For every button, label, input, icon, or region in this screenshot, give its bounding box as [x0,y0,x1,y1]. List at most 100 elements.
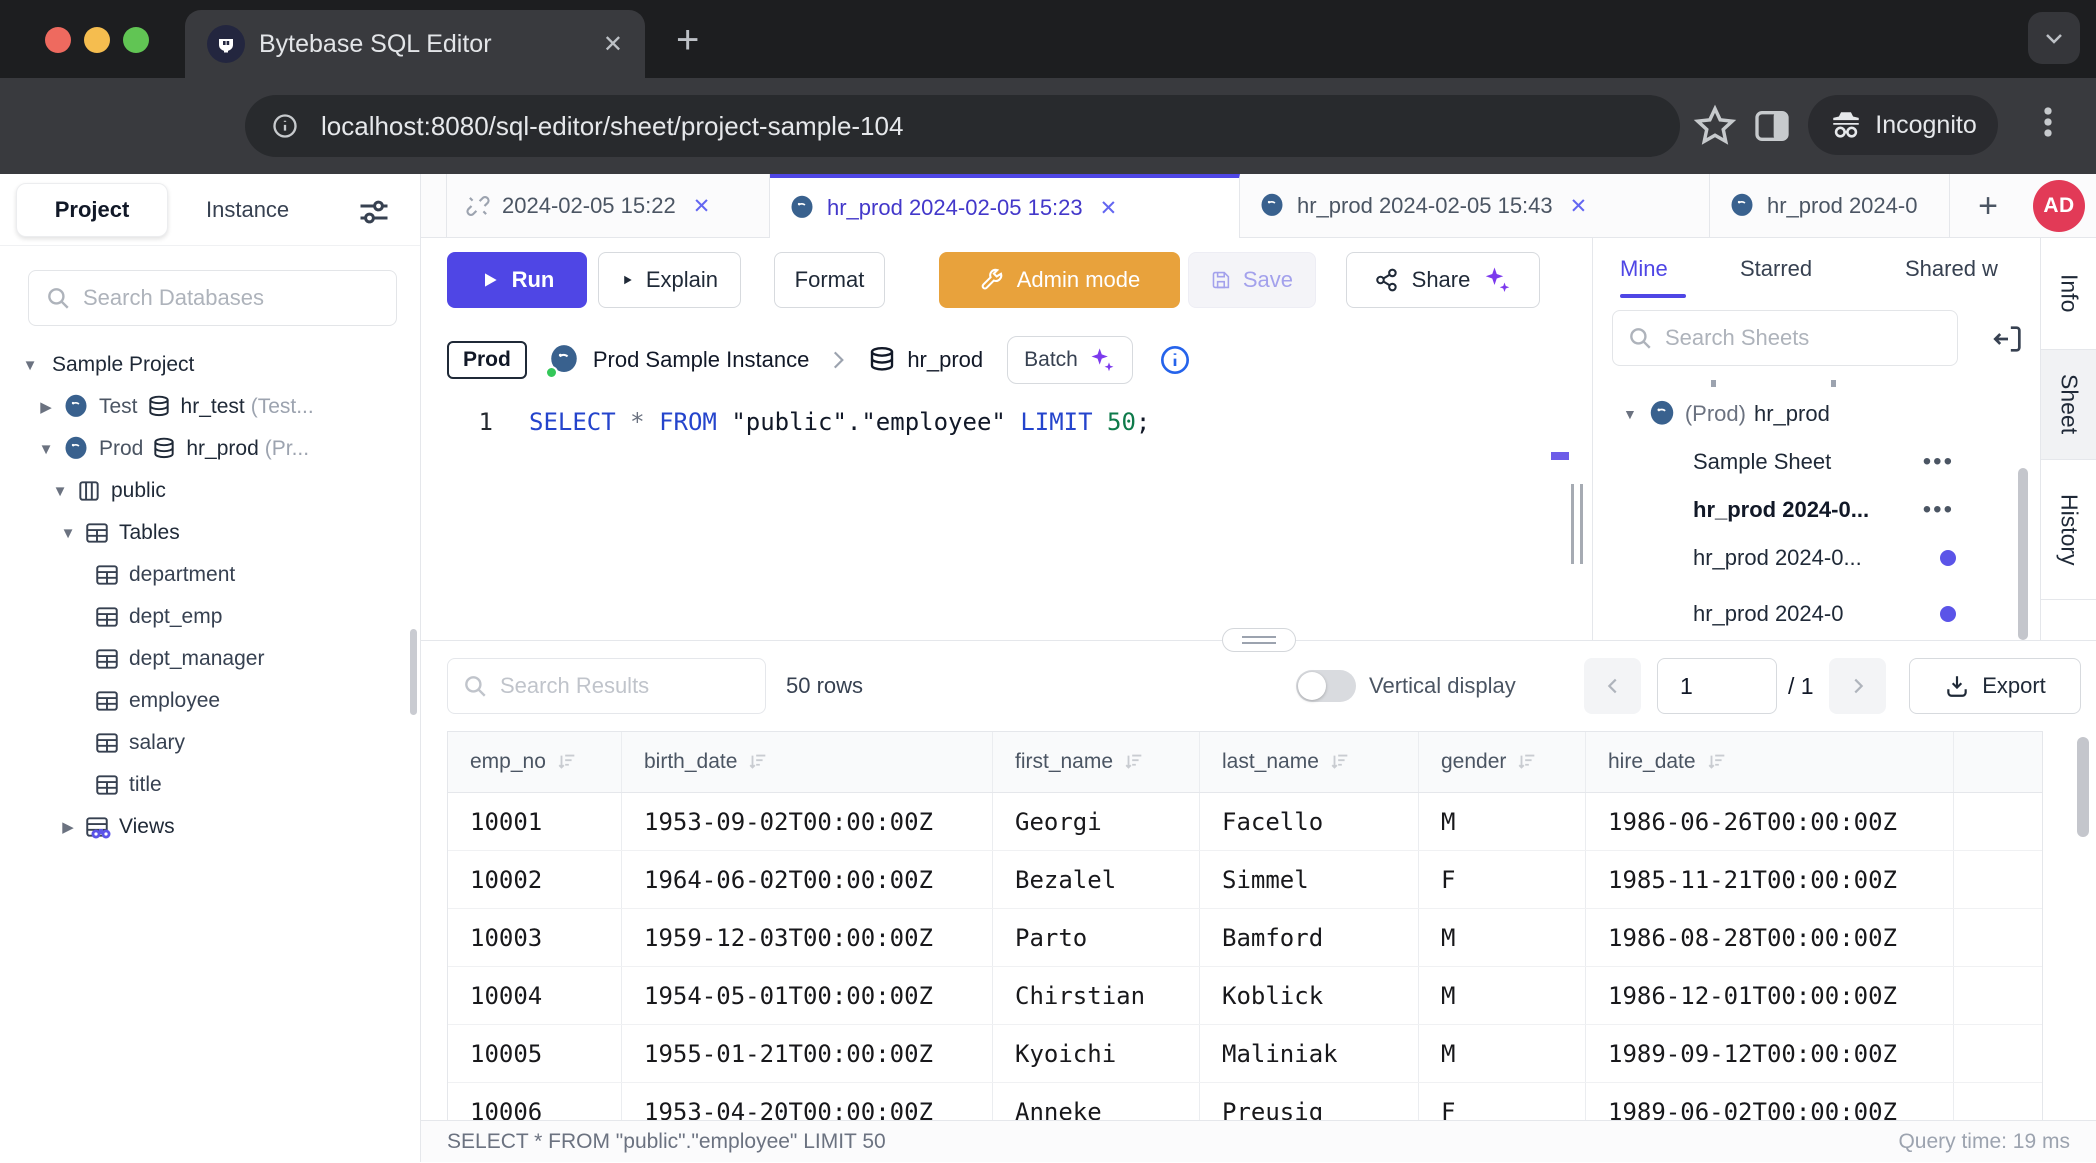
close-tab-icon[interactable]: ✕ [1570,194,1588,219]
tree-item-tables[interactable]: ▼ Tables [0,512,421,554]
column-header[interactable]: emp_no [448,732,622,792]
caret-down-icon[interactable]: ▼ [52,483,68,500]
site-info-icon[interactable] [271,112,299,140]
new-tab-button[interactable]: + [676,18,699,63]
tree-item-sample-project[interactable]: ▼ Sample Project [0,344,421,386]
tree-item-hr-test[interactable]: ▶ Test hr_test (Test... [0,386,421,428]
panel-resize-handle[interactable] [1571,484,1583,564]
search-databases-input[interactable]: Search Databases [28,270,397,326]
sort-icon[interactable] [1516,751,1538,773]
tree-item-hr-prod[interactable]: ▼ Prod hr_prod (Pr... [0,428,421,470]
browser-tab-close-icon[interactable]: ✕ [603,30,623,59]
sheet-item-selected[interactable]: hr_prod 2024-0... ••• [1593,486,2040,534]
table-row[interactable]: 100041954-05-01T00:00:00ZChirstianKoblic… [448,967,2042,1025]
batch-button[interactable]: Batch [1007,336,1133,384]
table-row[interactable]: 100011953-09-02T00:00:00ZGeorgiFacelloM1… [448,793,2042,851]
editor-tab-2-active[interactable]: hr_prod 2024-02-05 15:23 ✕ [770,174,1240,238]
prev-page-button[interactable] [1584,658,1641,714]
search-results-input[interactable]: Search Results [447,658,766,714]
close-tab-icon[interactable]: ✕ [1100,196,1118,221]
share-button[interactable]: Share [1346,252,1540,308]
run-button[interactable]: Run [447,252,587,308]
format-button[interactable]: Format [774,252,885,308]
next-page-button[interactable] [1829,658,1886,714]
tab-info[interactable]: Info [2041,238,2096,350]
sql-code-editor[interactable]: 1 SELECT * FROM "public"."employee" LIMI… [421,398,1592,640]
editor-tab-1[interactable]: 2024-02-05 15:22 ✕ [446,174,770,238]
tab-starred[interactable]: Starred [1740,238,1812,300]
sheet-item-sample-sheet[interactable]: Sample Sheet ••• [1593,438,2040,486]
caret-down-icon[interactable]: ▼ [38,441,54,458]
window-zoom-button[interactable] [123,27,149,53]
tree-item-table-dept-emp[interactable]: dept_emp [0,596,421,638]
column-header[interactable]: birth_date [622,732,993,792]
search-sheets-input[interactable]: Search Sheets [1612,310,1958,366]
caret-right-icon[interactable]: ▶ [38,398,54,416]
caret-down-icon[interactable]: ▼ [1623,406,1637,422]
export-button[interactable]: Export [1909,658,2081,714]
browser-tab[interactable]: Bytebase SQL Editor ✕ [185,10,645,78]
results-resize-handle[interactable] [1222,628,1296,652]
tree-item-schema-public[interactable]: ▼ public [0,470,421,512]
page-number-input[interactable]: 1 [1657,658,1777,714]
tree-item-table-dept-manager[interactable]: dept_manager [0,638,421,680]
sort-icon[interactable] [1706,751,1728,773]
tab-history[interactable]: History [2041,460,2096,600]
caret-right-icon[interactable]: ▶ [60,818,76,836]
sort-icon[interactable] [747,751,769,773]
tab-search-button[interactable] [2028,12,2080,64]
sheet-item-clipped[interactable]: hr_prod 2024-0 [1593,590,2040,638]
table-row[interactable]: 100021964-06-02T00:00:00ZBezalelSimmelF1… [448,851,2042,909]
tree-item-views[interactable]: ▶ Views [0,806,421,848]
vertical-display-toggle[interactable] [1296,670,1356,702]
column-header[interactable]: hire_date [1586,732,1954,792]
save-button[interactable]: Save [1188,252,1316,308]
column-header[interactable]: gender [1419,732,1586,792]
sheet-group-hr-prod[interactable]: ▼ (Prod) hr_prod [1593,390,2040,438]
sheet-item-unsaved[interactable]: hr_prod 2024-0... [1593,534,2040,582]
sheet-scrollbar[interactable] [2018,378,2028,640]
more-options-icon[interactable]: ••• [1923,496,1954,524]
instance-name[interactable]: Prod Sample Instance [593,347,809,373]
url-bar[interactable]: localhost:8080/sql-editor/sheet/project-… [245,95,1680,157]
editor-tab-3[interactable]: hr_prod 2024-02-05 15:43 ✕ [1240,174,1710,238]
explain-button[interactable]: Explain [598,252,741,308]
column-header[interactable]: first_name [993,732,1200,792]
tab-instance[interactable]: Instance [196,183,299,237]
admin-mode-button[interactable]: Admin mode [939,252,1180,308]
tab-mine[interactable]: Mine [1620,238,1668,300]
table-row[interactable]: 100051955-01-21T00:00:00ZKyoichiMaliniak… [448,1025,2042,1083]
bookmark-star-icon[interactable] [1692,103,1738,149]
sort-icon[interactable] [556,751,578,773]
tree-item-table-employee[interactable]: employee [0,680,421,722]
tree-item-table-title[interactable]: title [0,764,421,806]
sort-icon[interactable] [1329,751,1351,773]
window-minimize-button[interactable] [84,27,110,53]
close-tab-icon[interactable]: ✕ [693,194,711,219]
filter-sliders-icon[interactable] [356,194,392,230]
database-name[interactable]: hr_prod [907,347,983,373]
caret-down-icon[interactable]: ▼ [22,357,38,374]
scrollbar-thumb[interactable] [2018,468,2028,640]
tab-shared[interactable]: Shared w [1905,238,1998,300]
sidebar-scrollbar-thumb[interactable] [410,629,417,715]
side-panel-icon[interactable] [1752,106,1792,146]
window-close-button[interactable] [45,27,71,53]
sort-icon[interactable] [1123,751,1145,773]
tree-item-table-department[interactable]: department [0,554,421,596]
collapse-panel-icon[interactable] [1991,322,2025,356]
user-avatar[interactable]: AD [2033,180,2085,232]
column-header[interactable]: last_name [1200,732,1419,792]
add-sheet-tab-button[interactable]: + [1968,186,2008,226]
table-scrollbar[interactable] [2077,737,2089,1115]
browser-menu-icon[interactable] [2026,100,2070,144]
info-icon[interactable] [1159,344,1191,376]
tab-sheet[interactable]: Sheet [2041,350,2096,460]
caret-down-icon[interactable]: ▼ [60,525,76,542]
editor-tab-4[interactable]: hr_prod 2024-0 [1710,174,1950,238]
more-options-icon[interactable]: ••• [1923,448,1954,476]
table-row[interactable]: 100061953-04-20T00:00:00ZAnnekePreusigF1… [448,1083,2042,1121]
tab-project[interactable]: Project [16,183,168,237]
table-row[interactable]: 100031959-12-03T00:00:00ZPartoBamfordM19… [448,909,2042,967]
tree-item-table-salary[interactable]: salary [0,722,421,764]
